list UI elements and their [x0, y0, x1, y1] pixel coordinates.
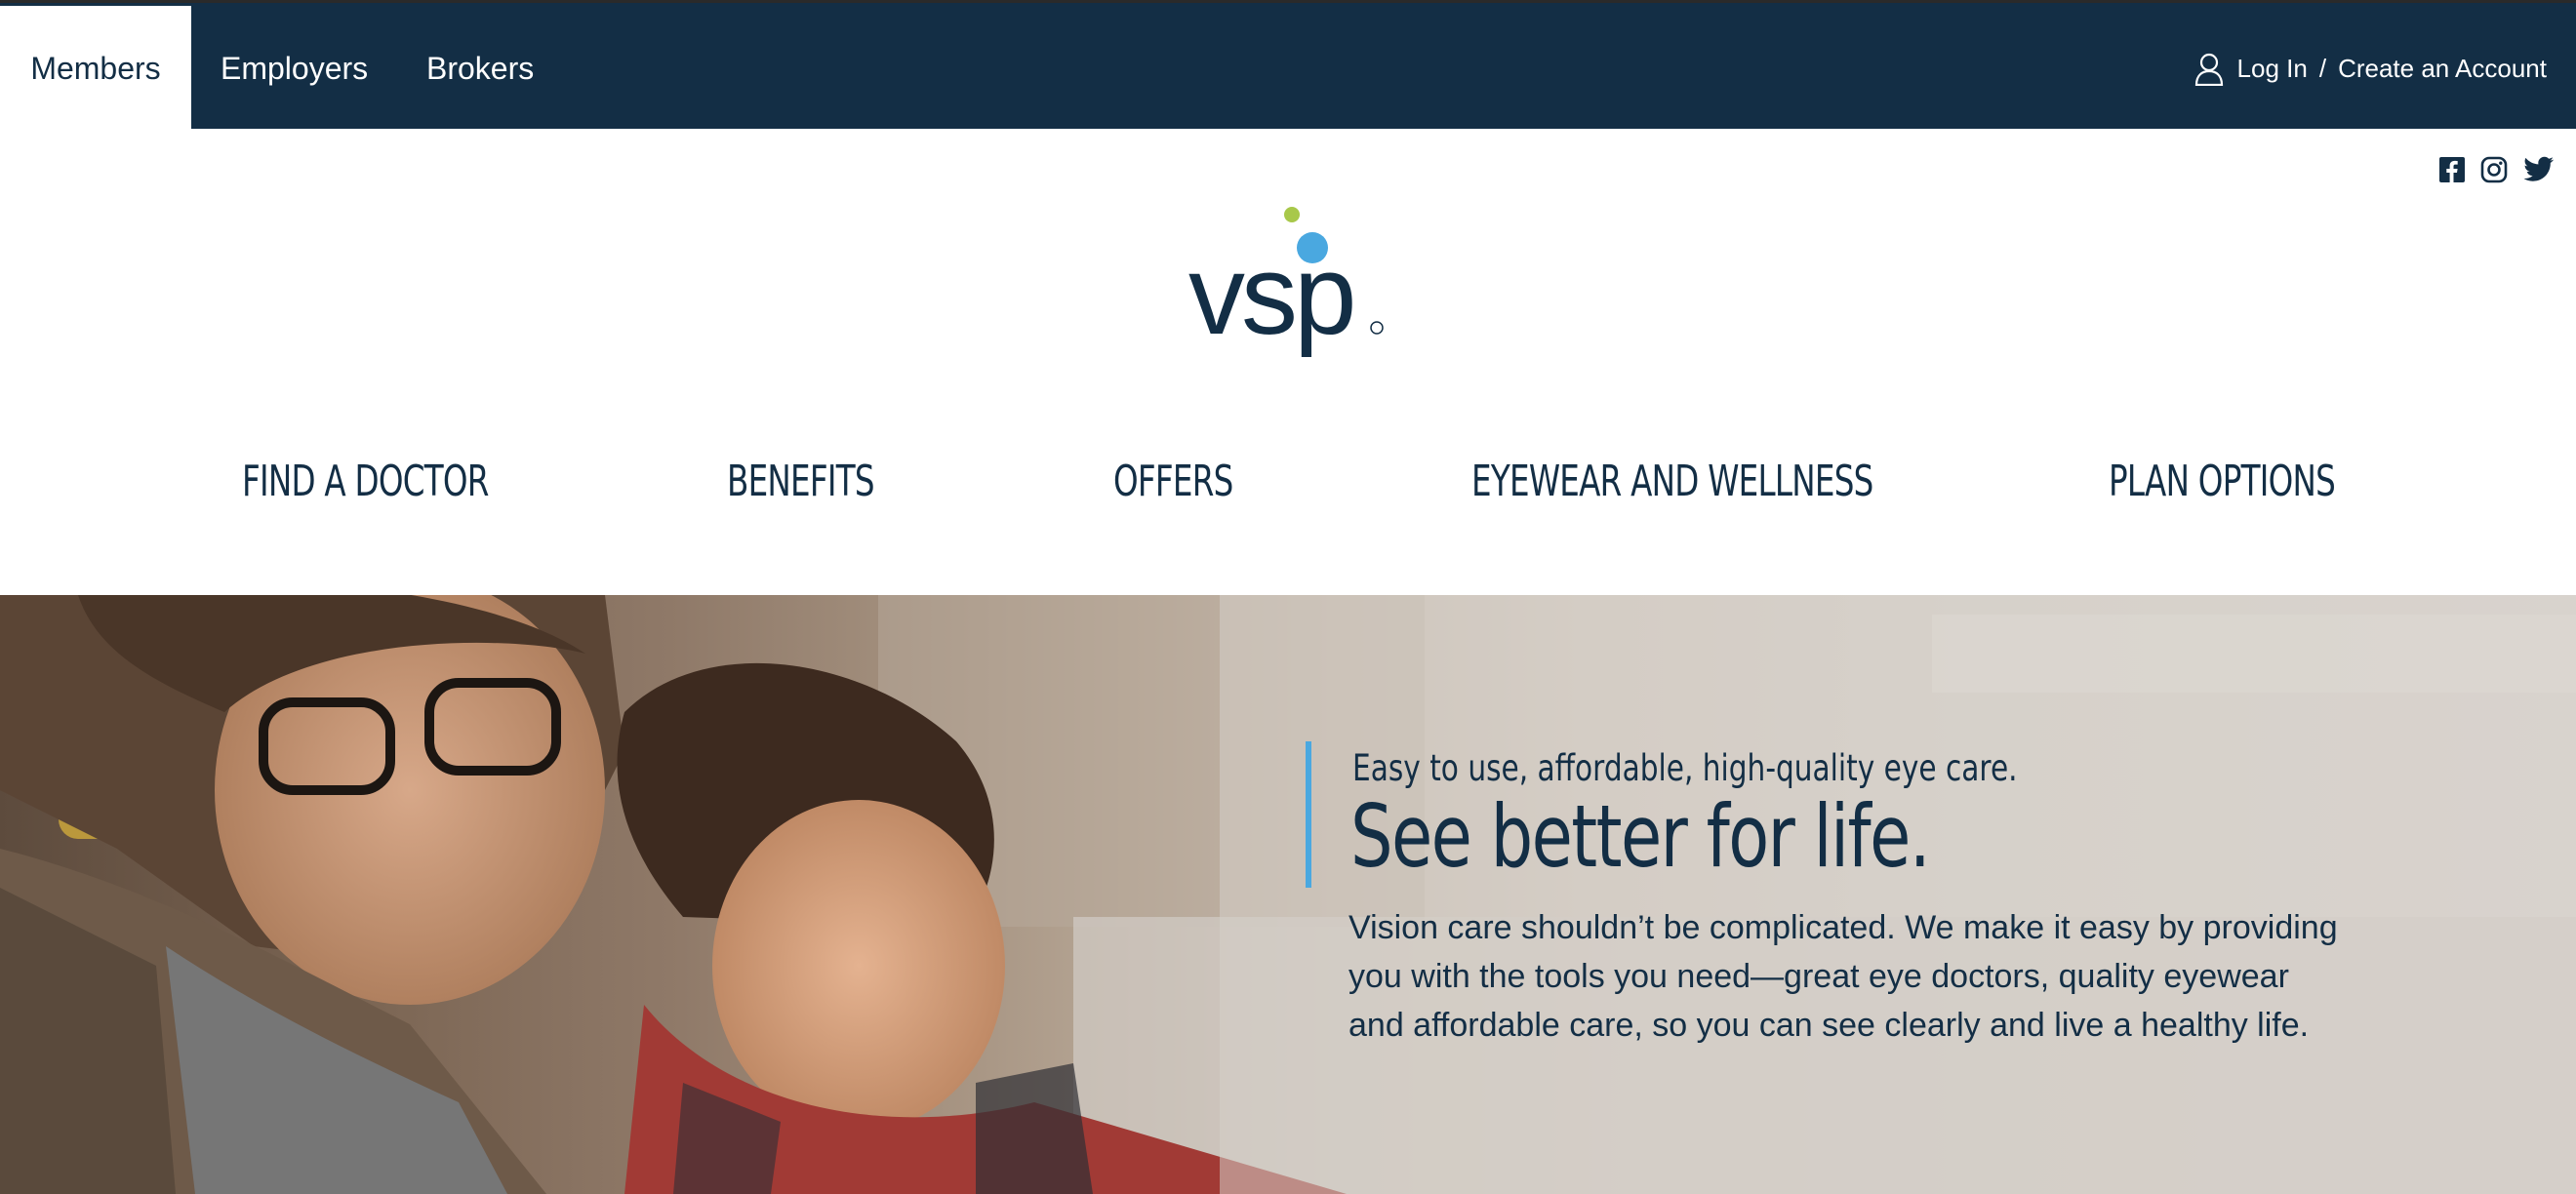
- logo-wordmark: vsp: [1188, 231, 1353, 358]
- nav-find-a-doctor[interactable]: FIND A DOCTOR: [242, 457, 489, 506]
- tab-brokers[interactable]: Brokers: [426, 6, 534, 132]
- main-nav: FIND A DOCTOR BENEFITS OFFERS EYEWEAR AN…: [0, 457, 2576, 521]
- hero-headline: See better for life.: [1350, 786, 1931, 887]
- nav-offers[interactable]: OFFERS: [1113, 457, 1233, 506]
- hero-eyebrow: Easy to use, affordable, high-quality ey…: [1352, 747, 2018, 789]
- vsp-logo[interactable]: vsp: [1188, 199, 1393, 365]
- twitter-icon[interactable]: [2523, 156, 2555, 188]
- account-separator: /: [2318, 54, 2327, 83]
- tab-employers[interactable]: Employers: [221, 6, 368, 132]
- nav-plan-options[interactable]: PLAN OPTIONS: [2109, 457, 2336, 506]
- account-links: Log In / Create an Account: [2194, 6, 2547, 132]
- login-link[interactable]: Log In: [2237, 54, 2308, 84]
- nav-benefits[interactable]: BENEFITS: [727, 457, 875, 506]
- user-icon: [2194, 53, 2223, 86]
- tab-members[interactable]: Members: [0, 6, 191, 132]
- hero-accent-bar: [1306, 741, 1311, 888]
- nav-eyewear-and-wellness[interactable]: EYEWEAR AND WELLNESS: [1471, 457, 1873, 506]
- instagram-icon[interactable]: [2480, 156, 2508, 188]
- social-links: [2439, 156, 2555, 188]
- create-account-link[interactable]: Create an Account: [2338, 54, 2547, 84]
- hero-body: Vision care shouldn’t be complicated. We…: [1348, 909, 2338, 1044]
- audience-bar: Members Employers Brokers Log In / Creat…: [0, 0, 2576, 132]
- logo-graphic: vsp: [1188, 207, 1384, 358]
- facebook-icon[interactable]: [2439, 157, 2465, 187]
- father-and-son-smiling-photo: [0, 595, 2576, 1194]
- hero-banner: Easy to use, affordable, high-quality ey…: [0, 595, 2576, 1194]
